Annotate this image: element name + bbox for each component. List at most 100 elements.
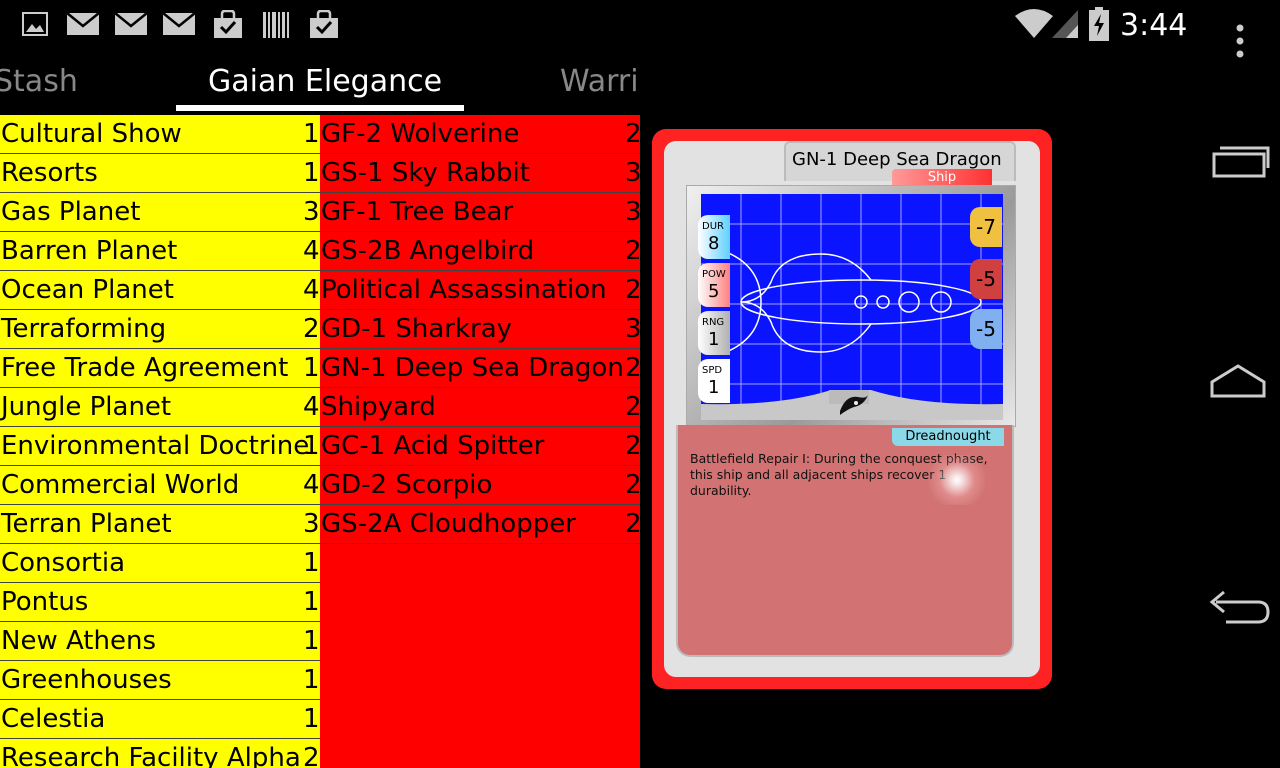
list-item-name: Barren Planet bbox=[1, 236, 178, 266]
list-item[interactable]: Resorts 1 bbox=[0, 154, 320, 193]
list-item[interactable]: Political Assassination 2 bbox=[320, 271, 640, 310]
list-item-quantity: 1 bbox=[303, 665, 320, 695]
list-item-name: GF-1 Tree Bear bbox=[321, 197, 514, 227]
stat-durability: DUR 8 bbox=[698, 215, 730, 259]
list-item-name: Ocean Planet bbox=[1, 275, 174, 305]
list-item[interactable]: Barren Planet 4 bbox=[0, 232, 320, 271]
mail-icon bbox=[114, 10, 148, 42]
mail-icon bbox=[162, 10, 196, 42]
list-item-quantity: 2 bbox=[625, 509, 640, 539]
signal-icon bbox=[1050, 8, 1080, 44]
back-icon[interactable] bbox=[1206, 586, 1272, 634]
list-item-quantity: 2 bbox=[625, 470, 640, 500]
card-subtype: Dreadnought bbox=[892, 428, 1004, 446]
tab-gaian-elegance[interactable]: Gaian Elegance bbox=[208, 64, 442, 99]
card-title: GN-1 Deep Sea Dragon bbox=[792, 149, 1002, 170]
tab-stash[interactable]: Stash bbox=[0, 64, 78, 99]
list-item-quantity: 2 bbox=[625, 353, 640, 383]
list-item-quantity: 3 bbox=[303, 197, 320, 227]
list-item[interactable]: Terraforming 2 bbox=[0, 310, 320, 349]
list-item[interactable]: GF-2 Wolverine 2 bbox=[320, 115, 640, 154]
wifi-icon bbox=[1014, 8, 1054, 44]
list-item[interactable]: Free Trade Agreement 1 bbox=[0, 349, 320, 388]
list-item[interactable]: GD-2 Scorpio 2 bbox=[320, 466, 640, 505]
list-item[interactable]: Environmental Doctrine 1 bbox=[0, 427, 320, 466]
list-item-quantity: 4 bbox=[303, 392, 320, 422]
shopping-bag-icon bbox=[308, 9, 340, 44]
tab-warrior[interactable]: Warrio bbox=[560, 64, 640, 99]
list-item-quantity: 1 bbox=[303, 353, 320, 383]
stat-range: RNG 1 bbox=[698, 311, 730, 355]
list-item-name: GD-1 Sharkray bbox=[321, 314, 513, 344]
list-item[interactable]: Commercial World 4 bbox=[0, 466, 320, 505]
yellow-card-list[interactable]: Cultural Show 1 Resorts 1 Gas Planet 3 Barren … bbox=[0, 115, 320, 768]
list-item[interactable]: Greenhouses 1 bbox=[0, 661, 320, 700]
list-item[interactable]: Pontus 1 bbox=[0, 583, 320, 622]
list-item-quantity: 4 bbox=[303, 236, 320, 266]
list-item[interactable]: Consortia 1 bbox=[0, 544, 320, 583]
list-item-quantity: 3 bbox=[625, 197, 640, 227]
card-art bbox=[701, 194, 1003, 420]
list-item-name: Celestia bbox=[1, 704, 106, 734]
list-item-name: Consortia bbox=[1, 548, 126, 578]
home-icon[interactable] bbox=[1206, 360, 1270, 408]
list-item-name: Cultural Show bbox=[1, 119, 182, 149]
list-item-quantity: 2 bbox=[625, 392, 640, 422]
list-item-quantity: 2 bbox=[625, 119, 640, 149]
list-item[interactable]: Celestia 1 bbox=[0, 700, 320, 739]
list-item-quantity: 1 bbox=[303, 626, 320, 656]
status-bar: 3:44 bbox=[0, 0, 1280, 50]
list-item-name: Pontus bbox=[1, 587, 89, 617]
mail-icon bbox=[66, 10, 100, 42]
card-preview[interactable]: GN-1 Deep Sea Dragon Ship DUR 8 POW 5 RN… bbox=[652, 129, 1052, 689]
barcode-icon bbox=[262, 10, 290, 44]
list-item-quantity: 2 bbox=[625, 275, 640, 305]
list-item[interactable]: GS-1 Sky Rabbit 3 bbox=[320, 154, 640, 193]
red-card-list[interactable]: GF-2 Wolverine 2 GS-1 Sky Rabbit 3 GF-1 Tree… bbox=[320, 115, 640, 768]
list-item-name: GD-2 Scorpio bbox=[321, 470, 493, 500]
modifier-middle: -5 bbox=[970, 259, 1002, 299]
list-item-name: Shipyard bbox=[321, 392, 436, 422]
recent-apps-icon[interactable] bbox=[1208, 140, 1272, 184]
list-item-name: Free Trade Agreement bbox=[1, 353, 289, 383]
list-item[interactable]: GF-1 Tree Bear 3 bbox=[320, 193, 640, 232]
list-item[interactable]: Gas Planet 3 bbox=[0, 193, 320, 232]
list-item[interactable]: GN-1 Deep Sea Dragon 2 bbox=[320, 349, 640, 388]
list-item-quantity: 2 bbox=[625, 236, 640, 266]
overflow-menu-icon[interactable] bbox=[1230, 22, 1250, 66]
list-item[interactable]: Research Facility Alpha 2 bbox=[0, 739, 320, 768]
list-item[interactable]: GC-1 Acid Spitter 2 bbox=[320, 427, 640, 466]
list-item[interactable]: Ocean Planet 4 bbox=[0, 271, 320, 310]
list-item-name: Resorts bbox=[1, 158, 98, 188]
list-item-name: New Athens bbox=[1, 626, 156, 656]
list-item-name: Jungle Planet bbox=[1, 392, 172, 422]
list-item[interactable]: GS-2B Angelbird 2 bbox=[320, 232, 640, 271]
list-item[interactable]: Cultural Show 1 bbox=[0, 115, 320, 154]
list-item-quantity: 2 bbox=[625, 431, 640, 461]
list-item[interactable]: Terran Planet 3 bbox=[0, 505, 320, 544]
list-item-name: GN-1 Deep Sea Dragon bbox=[321, 353, 624, 383]
list-item-quantity: 3 bbox=[303, 509, 320, 539]
list-item[interactable]: New Athens 1 bbox=[0, 622, 320, 661]
list-item-name: GS-1 Sky Rabbit bbox=[321, 158, 530, 188]
clock: 3:44 bbox=[1120, 8, 1188, 43]
image-icon bbox=[22, 10, 48, 42]
tab-bar: Stash Gaian Elegance Warrio bbox=[0, 50, 640, 112]
modifier-top: -7 bbox=[970, 207, 1002, 247]
list-item-name: GS-2A Cloudhopper bbox=[321, 509, 576, 539]
tab-indicator bbox=[176, 105, 464, 111]
list-item-name: Research Facility Alpha bbox=[1, 743, 301, 768]
list-item[interactable]: Shipyard 2 bbox=[320, 388, 640, 427]
stat-speed: SPD 1 bbox=[698, 359, 730, 403]
list-item-quantity: 1 bbox=[303, 119, 320, 149]
battery-charging-icon bbox=[1088, 6, 1110, 46]
list-item-quantity: 1 bbox=[303, 587, 320, 617]
list-item-quantity: 4 bbox=[303, 275, 320, 305]
list-item-quantity: 1 bbox=[303, 548, 320, 578]
list-item[interactable]: GS-2A Cloudhopper 2 bbox=[320, 505, 640, 544]
list-item[interactable]: GD-1 Sharkray 3 bbox=[320, 310, 640, 349]
list-item[interactable]: Jungle Planet 4 bbox=[0, 388, 320, 427]
faction-emblem-icon bbox=[836, 391, 870, 423]
list-item-quantity: 1 bbox=[303, 704, 320, 734]
list-item-name: Greenhouses bbox=[1, 665, 172, 695]
